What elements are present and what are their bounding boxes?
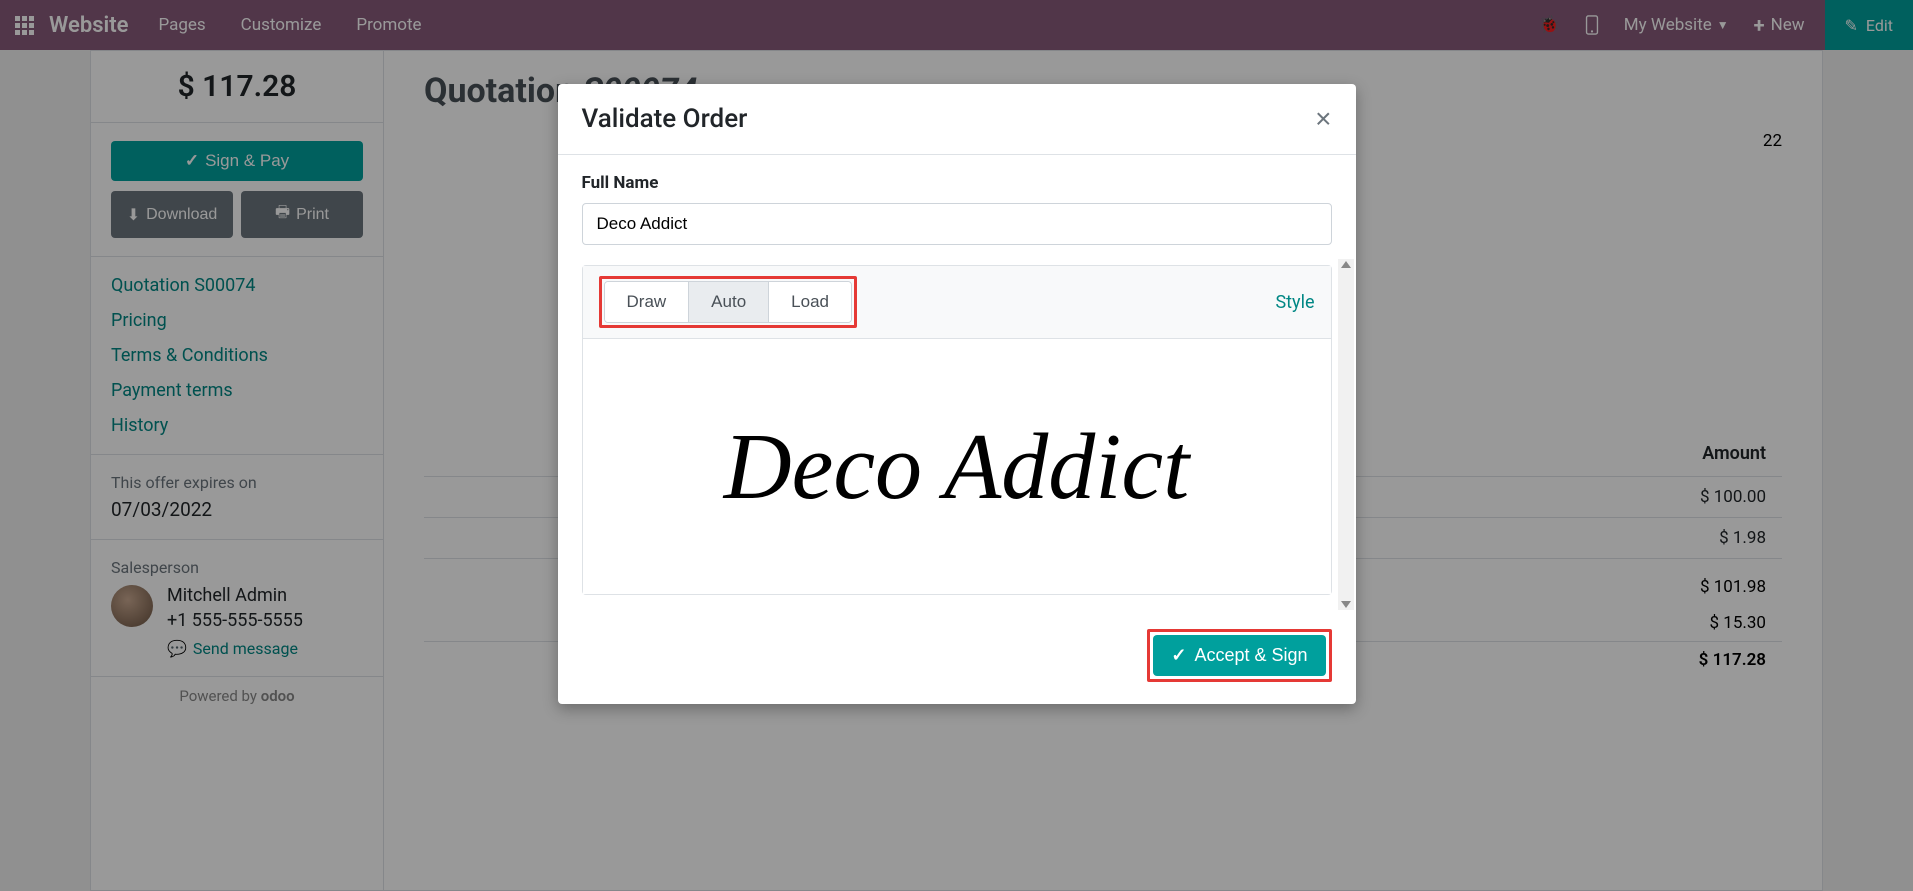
tab-highlight: Draw Auto Load xyxy=(599,276,857,328)
tab-auto[interactable]: Auto xyxy=(689,282,769,322)
style-link[interactable]: Style xyxy=(1275,292,1314,313)
signature-panel: Draw Auto Load Style Deco Addict xyxy=(582,265,1332,595)
signature-canvas[interactable]: Deco Addict xyxy=(583,339,1331,594)
modal-title: Validate Order xyxy=(582,104,748,134)
scrollbar[interactable] xyxy=(1338,259,1354,610)
signature-preview: Deco Addict xyxy=(724,413,1190,521)
full-name-input[interactable] xyxy=(582,203,1332,245)
validate-order-modal: Validate Order × Full Name Draw Auto Loa… xyxy=(558,84,1356,704)
tab-draw[interactable]: Draw xyxy=(605,282,690,322)
close-icon[interactable]: × xyxy=(1315,105,1331,133)
accept-sign-button[interactable]: Accept & Sign xyxy=(1153,635,1325,676)
accept-highlight: Accept & Sign xyxy=(1147,629,1331,682)
full-name-label: Full Name xyxy=(582,173,1332,193)
tab-load[interactable]: Load xyxy=(769,282,851,322)
check-icon xyxy=(1171,645,1186,666)
